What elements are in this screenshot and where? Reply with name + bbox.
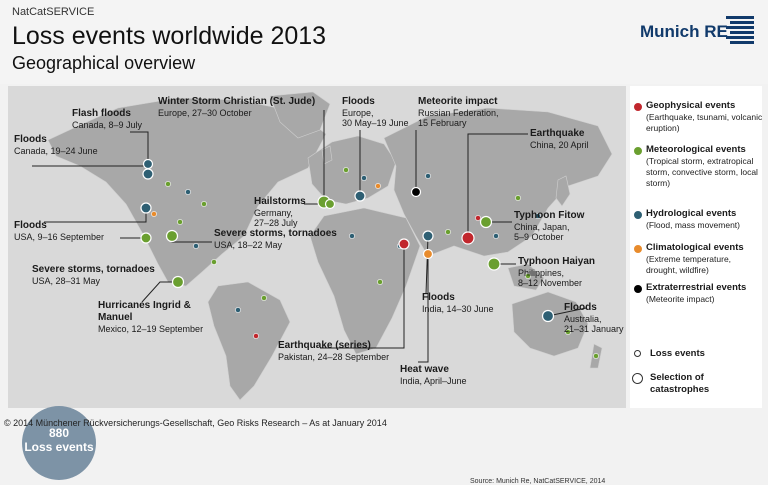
world-map-panel: Floods Canada, 19–24 June Flash floods Can… [8,86,626,485]
annotation-earthquake-china: Earthquake China, 20 April [530,128,589,150]
annotation-storms-may28: Severe storms, tornadoes USA, 28–31 May [32,264,155,286]
marker-storms-may28 [140,232,152,244]
marker-typhoon-fitow [479,215,493,229]
munich-re-logo-icon [726,16,754,44]
annotation-typhoon-fitow: Typhoon Fitow China, Japan, 5–9 October [514,210,585,242]
marker-earthquake-pakistan [398,238,410,250]
marker-earthquake-china [461,231,475,245]
munich-re-logo-text: Munich RE [640,22,728,41]
marker-typhoon-haiyan [487,257,501,271]
annotation-hailstorms: Hailstorms Germany, 27–28 July [254,196,306,228]
annotation-floods-india: Floods India, 14–30 June [422,292,494,314]
annotation-heat-wave: Heat wave India, April–June [400,364,467,386]
annotation-typhoon-haiyan: Typhoon Haiyan Philippines, 8–12 November [518,256,596,288]
legend-catastrophes-label: Selection of catastrophes [650,372,710,395]
total-loss-events-label: Loss events [24,440,94,454]
marker-hailstorms [324,198,336,210]
annotation-storms-may18: Severe storms, tornadoes USA, 18–22 May [214,228,337,250]
source-note: Source: Munich Re, NatCatSERVICE, 2014 [470,478,606,485]
total-loss-events-number: 880 [48,426,70,440]
legend-meteorological-dot-icon [634,147,642,155]
marker-flash-floods-canada [142,158,154,170]
marker-meteorite [410,186,422,198]
marker-hurricanes [171,275,185,289]
legend-panel: Geophysical events (Earthquake, tsunami,… [630,86,762,408]
legend-loss-events-label: Loss events [650,348,705,359]
legend-hydrological-dot-icon [634,211,642,219]
marker-floods-canada [142,168,154,180]
europe-landmass [307,135,397,205]
annotation-meteorite: Meteorite impact Russian Federation, 15 Fe… [418,96,499,128]
marker-storms-may18 [165,229,179,243]
legend-small-circle-icon [634,350,641,357]
page-title: Loss events worldwide 2013 [12,22,327,50]
annotation-earthquake-pakistan: Earthquake (series) Pakistan, 24–28 Septe… [278,340,390,362]
annotation-floods-usa: Floods USA, 9–16 September [14,220,105,242]
annotation-hurricanes: Hurricanes Ingrid & Manuel Mexico, 12–19 … [98,300,204,334]
annotation-flash-floods-canada: Flash floods Canada, 8–9 July [72,108,143,130]
annotation-floods-europe: Floods Europe, 30 May–19 June [342,96,409,128]
eyebrow-label: NatCatSERVICE [12,6,95,18]
marker-floods-usa [140,202,152,214]
annotation-floods-canada: Floods Canada, 19–24 June [14,134,98,156]
marker-floods-india [422,230,434,242]
copyright-footer: © 2014 Münchener Rückversicherungs-Gesel… [4,418,387,428]
legend-geophysical-dot-icon [634,103,642,111]
marker-floods-australia [541,309,555,323]
annotation-winter-storm: Winter Storm Christian (St. Jude) Europe,… [158,96,316,118]
legend-large-circle-icon [632,373,643,384]
annotation-floods-australia: Floods Australia, 21–31 January [564,302,624,334]
legend-extraterrestrial-dot-icon [634,285,642,293]
marker-heat-wave [422,248,434,260]
page-subtitle: Geographical overview [12,53,196,73]
marker-floods-europe [354,190,366,202]
legend-climatological-dot-icon [634,245,642,253]
header: NatCatSERVICE Loss events worldwide 2013… [0,0,768,84]
